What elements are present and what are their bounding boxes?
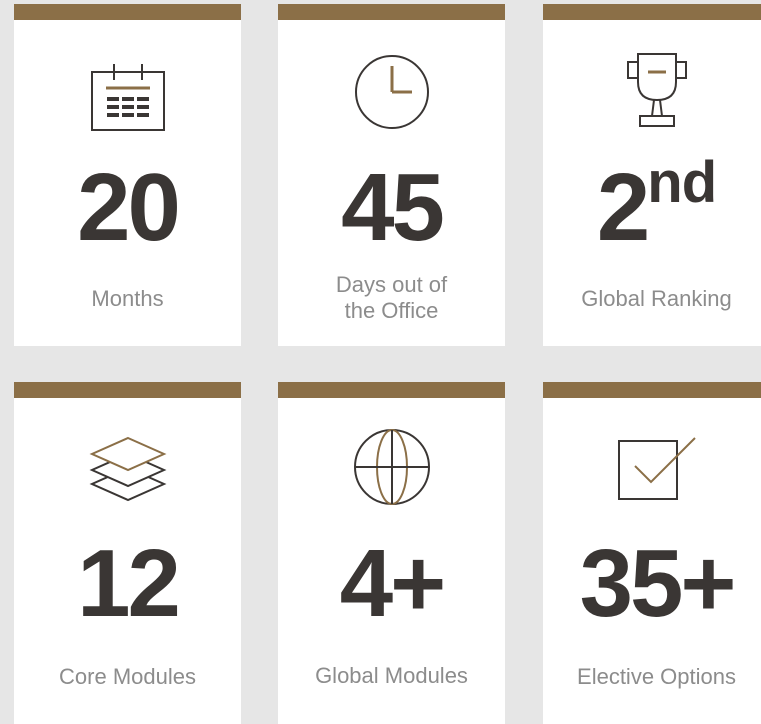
card-accent-bar [543,382,761,398]
stat-label: Global Modules [315,663,468,688]
stat-value: 20 [77,154,181,261]
card-accent-bar [278,382,505,398]
card-accent-bar [278,4,505,20]
card-accent-bar [543,4,761,20]
globe-icon [278,428,505,506]
stat-value: 2nd [596,150,717,261]
stat-value: 12 [77,530,181,637]
stat-card-days-out: 45 Days out of the Office [278,4,505,346]
stat-label: Global Ranking [581,286,732,311]
stat-card-global-ranking: 2nd Global Ranking [543,4,761,346]
stat-label-line-2: the Office [344,298,439,323]
checkbox-icon [543,436,761,502]
layers-icon [14,432,241,506]
clock-icon [278,54,505,130]
stat-label: Core Modules [59,664,196,689]
stat-value: 35+ [579,530,737,637]
stat-card-elective-options: 35+ Elective Options [543,382,761,724]
stat-label-line-1: Days out of [335,272,448,297]
stat-value: 4+ [339,530,446,637]
stat-card-months: 20 Months [14,4,241,346]
stat-label: Days out of the Office [278,272,505,324]
card-accent-bar [14,4,241,20]
stat-card-core-modules: 12 Core Modules [14,382,241,724]
stat-value: 45 [341,154,445,261]
stat-label: Elective Options [577,664,736,689]
calendar-icon [14,64,241,134]
stat-label: Months [91,286,164,311]
stat-card-global-modules: 4+ Global Modules [278,382,505,724]
card-accent-bar [14,382,241,398]
trophy-icon [543,52,761,128]
